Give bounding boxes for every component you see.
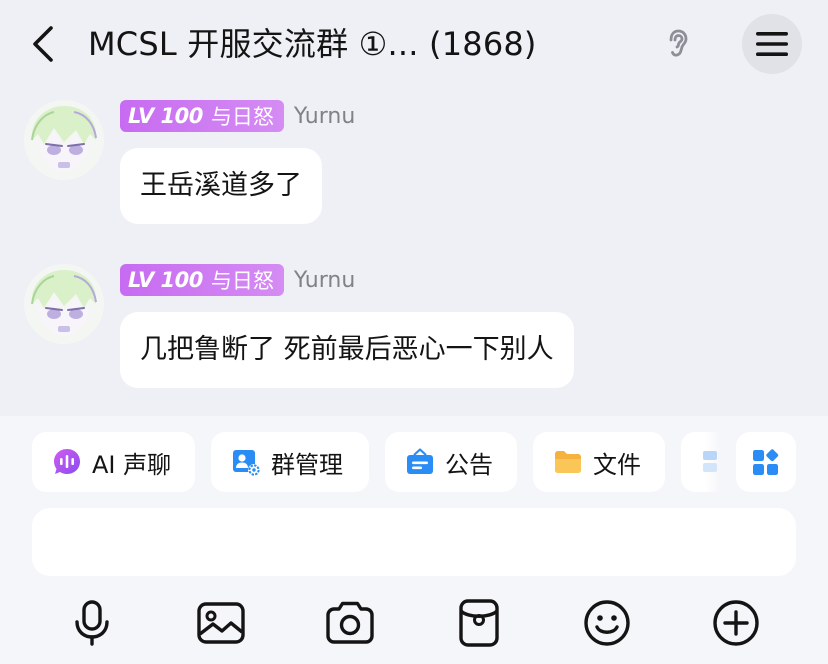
shortcut-label: AI 声聊 [92,450,172,479]
emoji-icon [584,600,630,646]
camera-icon [326,601,374,644]
group-manage-button[interactable]: 群管理 [211,432,369,492]
header: MCSL 开服交流群 ①... (1868) [0,0,828,88]
files-button[interactable]: 文件 [533,432,665,492]
folder-icon [555,451,581,473]
badge-level: LV 100 [128,268,203,292]
bottom-panel: AI 声聊 群管理 公告 文件 [0,416,828,664]
shortcut-label: 文件 [593,450,641,479]
back-button[interactable] [22,22,66,66]
image-icon [197,602,245,644]
camera-button[interactable] [325,598,375,648]
emoji-button[interactable] [582,598,632,648]
apps-grid-icon [753,449,779,475]
chat-title: MCSL 开服交流群 ①... (1868) [88,25,537,63]
level-badge: LV 100 与日怒 [120,100,284,132]
hamburger-menu-icon [756,32,788,56]
badge-level: LV 100 [128,104,203,128]
avatar[interactable] [24,264,104,344]
sender-row: LV 100 与日怒 Yurnu [120,264,355,296]
red-packet-icon [459,599,499,647]
sender-name[interactable]: Yurnu [294,268,355,293]
anime-avatar-icon [24,100,104,180]
badge-title: 与日怒 [210,105,274,129]
group-manage-icon [233,450,260,476]
chevron-left-icon [33,26,53,62]
ai-voice-chat-button[interactable]: AI 声聊 [32,432,195,492]
voice-button[interactable] [67,598,117,648]
badge-title: 与日怒 [210,269,274,293]
shortcut-label: 群管理 [271,450,343,479]
red-packet-button[interactable] [454,598,504,648]
message-bubble[interactable]: 几把鲁断了 死前最后恶心一下别人 [120,312,574,388]
more-apps-button[interactable] [736,432,796,492]
anime-avatar-icon [24,264,104,344]
announcement-button[interactable]: 公告 [385,432,517,492]
ear-mode-button[interactable] [660,26,696,62]
ai-voice-chat-icon [54,449,80,474]
ear-icon [669,29,688,57]
image-button[interactable] [196,598,246,648]
avatar[interactable] [24,100,104,180]
shortcut-label: 公告 [445,450,493,479]
level-badge: LV 100 与日怒 [120,264,284,296]
partially-hidden-shortcut[interactable] [681,432,721,492]
message-input[interactable] [32,508,796,576]
chat-screen: MCSL 开服交流群 ①... (1868) LV 100 与日怒 Yurnu … [0,0,828,664]
plus-circle-icon [713,600,759,646]
microphone-icon [75,600,109,646]
menu-button[interactable] [742,14,802,74]
more-functions-button[interactable] [711,598,761,648]
sender-name[interactable]: Yurnu [294,104,355,129]
message-bubble[interactable]: 王岳溪道多了 [120,148,322,224]
announcement-icon [407,448,433,474]
sender-row: LV 100 与日怒 Yurnu [120,100,355,132]
partial-shortcut-icon [703,451,717,472]
